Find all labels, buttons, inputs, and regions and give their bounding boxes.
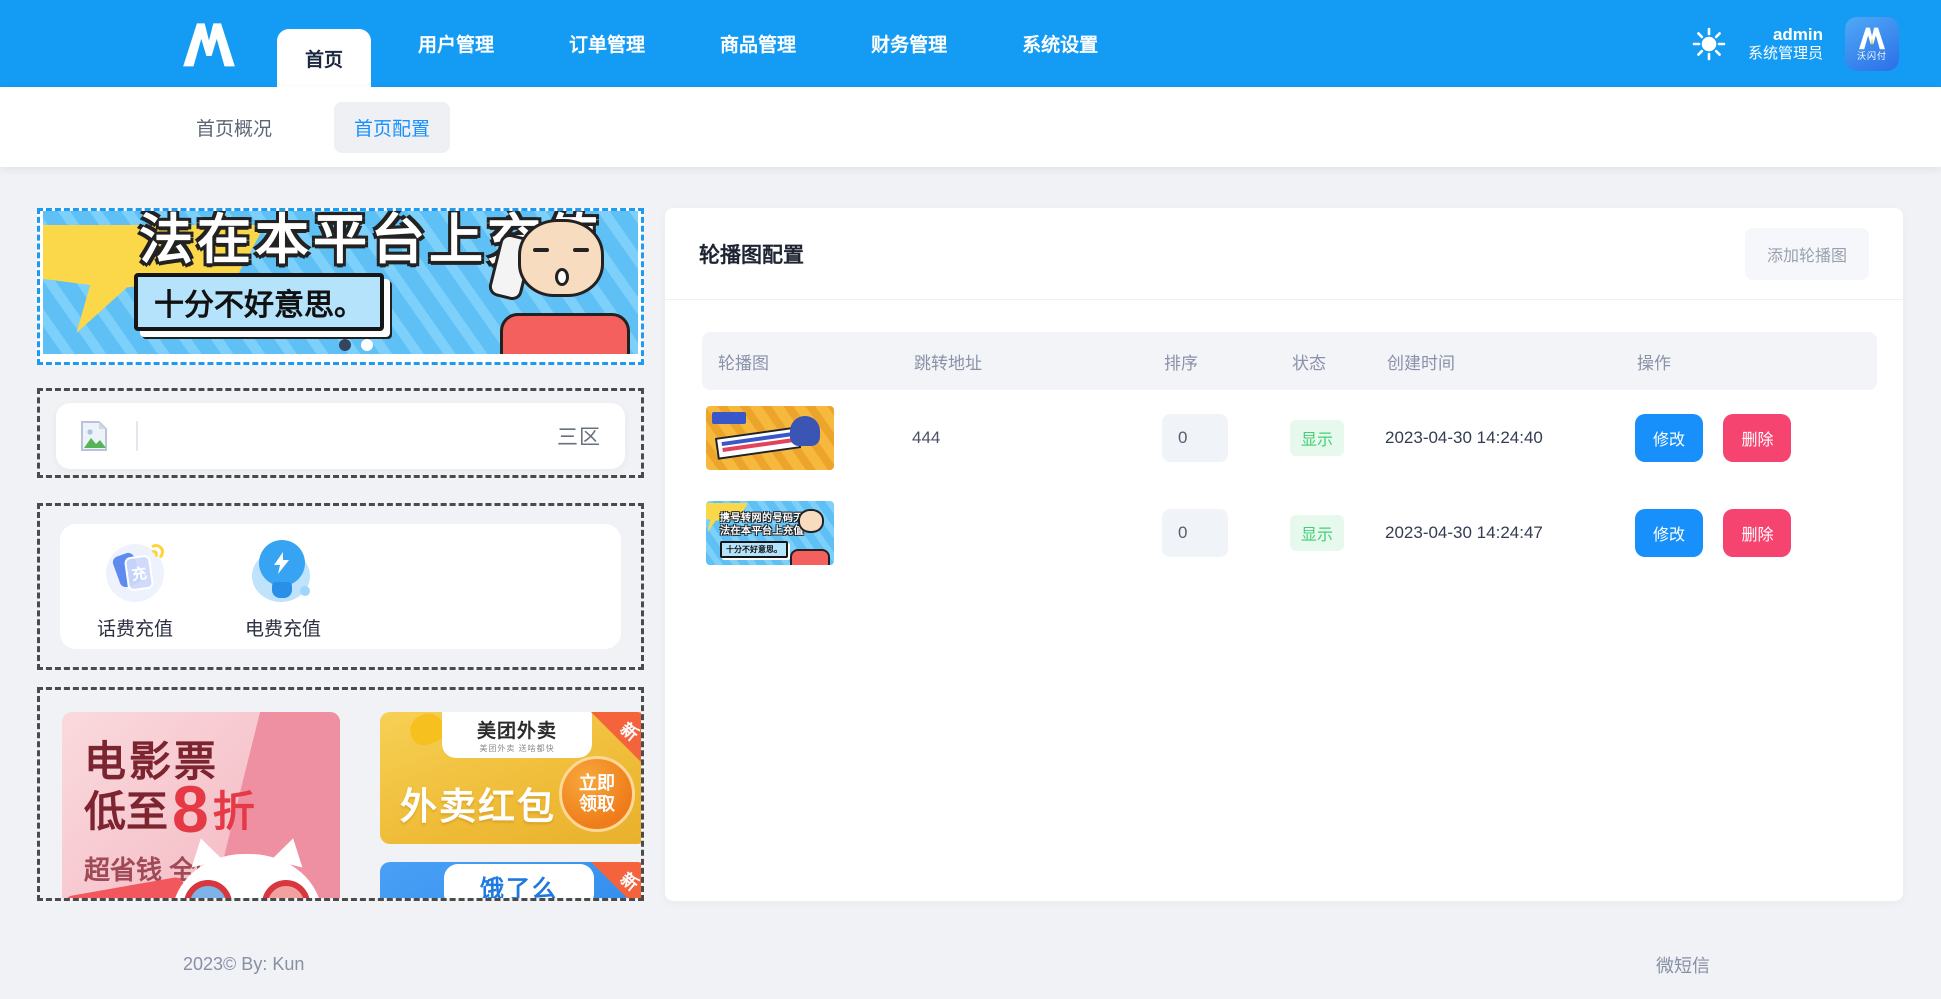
movie-prefix: 低至: [84, 778, 168, 839]
col-header-actions: 操作: [1635, 349, 1877, 374]
delete-button[interactable]: 删除: [1723, 509, 1791, 557]
eleme-logo: 饿了么: [444, 864, 594, 901]
tab-orders[interactable]: 订单管理: [541, 0, 673, 87]
status-badge: 显示: [1290, 515, 1344, 551]
cta-line1: 立即: [579, 773, 615, 794]
panel-title: 轮播图配置: [699, 239, 804, 269]
user-name: admin: [1748, 24, 1823, 45]
cat-graphic: [172, 854, 322, 901]
thumb-text-line: 法在本平台上充值: [720, 522, 804, 537]
table-row: 444 0 显示 2023-04-30 14:24:40 修改 删除: [702, 390, 1877, 485]
meituan-logo: 美团外卖 美团外卖 送啥都快: [442, 712, 592, 758]
carousel-table: 轮播图 跳转地址 排序 状态 创建时间 操作 444 0 显示: [702, 332, 1877, 580]
col-header-status: 状态: [1290, 349, 1385, 374]
brand-logo-icon: [178, 16, 240, 72]
avatar[interactable]: 沃闪付: [1845, 17, 1899, 71]
carousel-dots[interactable]: [339, 339, 373, 351]
carousel-dot[interactable]: [361, 339, 373, 351]
search-bar[interactable]: 三区: [56, 403, 625, 469]
footer-link[interactable]: 微短信: [1656, 952, 1710, 978]
movie-big-number: 8: [172, 780, 209, 839]
edit-button[interactable]: 修改: [1635, 414, 1703, 462]
preview-quick-actions-section[interactable]: 充 话费充值 电费充值: [37, 503, 644, 670]
row-link: 444: [912, 428, 1162, 448]
cta-line2: 领取: [579, 794, 615, 815]
carousel-thumbnail: [706, 406, 834, 470]
quick-action-electric-recharge[interactable]: 电费充值: [238, 540, 328, 649]
carousel-thumbnail: 携号转网的号码无 法在本平台上充值 十分不好意思。: [706, 501, 834, 565]
quick-action-label: 话费充值: [97, 614, 173, 641]
quick-action-label: 电费充值: [245, 614, 321, 641]
search-right-label: 三区: [557, 421, 601, 451]
search-divider: [136, 421, 138, 451]
meituan-title: 外卖红包: [400, 776, 556, 830]
electric-recharge-icon: [250, 540, 316, 606]
col-header-created: 创建时间: [1385, 349, 1635, 374]
movie-suffix: 折: [213, 778, 255, 839]
avatar-label: 沃闪付: [1857, 49, 1887, 62]
meituan-brand-sub: 美团外卖 送啥都快: [479, 743, 554, 754]
homepage-preview: 法在本平台上充值 十分不好意思。: [37, 208, 644, 901]
user-role: 系统管理员: [1748, 45, 1823, 64]
col-header-image: 轮播图: [702, 349, 912, 374]
promo-meituan[interactable]: 美团外卖 美团外卖 送啥都快 外卖红包 立即 领取 新: [380, 712, 644, 844]
tab-users[interactable]: 用户管理: [390, 0, 522, 87]
table-header-row: 轮播图 跳转地址 排序 状态 创建时间 操作: [702, 332, 1877, 390]
admin-app: 首页 用户管理 订单管理 商品管理 财务管理 系统设置 admin 系统管理员: [0, 0, 1941, 999]
footer: 2023© By: Kun 微短信: [0, 930, 1941, 999]
avatar-logo-icon: [1855, 25, 1889, 51]
col-header-link: 跳转地址: [912, 349, 1162, 374]
navbar-right: admin 系统管理员 沃闪付: [1692, 0, 1899, 87]
created-time: 2023-04-30 14:24:47: [1385, 523, 1635, 543]
banner-character: [462, 217, 632, 354]
banner-image: 法在本平台上充值 十分不好意思。: [43, 211, 638, 354]
user-info[interactable]: admin 系统管理员: [1748, 24, 1823, 64]
phone-recharge-icon: 充: [102, 540, 168, 606]
tab-settings[interactable]: 系统设置: [994, 0, 1126, 87]
carousel-config-panel: 轮播图配置 添加轮播图 轮播图 跳转地址 排序 状态 创建时间 操作: [665, 208, 1903, 901]
tab-finance[interactable]: 财务管理: [843, 0, 975, 87]
movie-discount-line: 低至 8 折: [84, 778, 255, 839]
created-time: 2023-04-30 14:24:40: [1385, 428, 1635, 448]
tab-products[interactable]: 商品管理: [692, 0, 824, 87]
sort-value[interactable]: 0: [1162, 414, 1228, 462]
status-badge: 显示: [1290, 420, 1344, 456]
sub-navbar: 首页概况 首页配置: [0, 87, 1941, 167]
sort-value[interactable]: 0: [1162, 509, 1228, 557]
eleme-brand: 饿了么: [480, 869, 558, 902]
edit-button[interactable]: 修改: [1635, 509, 1703, 557]
subnav-item-config[interactable]: 首页配置: [334, 102, 450, 153]
banner-caption-box: 十分不好意思。: [134, 273, 384, 331]
delete-button[interactable]: 删除: [1723, 414, 1791, 462]
promo-eleme[interactable]: 饿了么 新: [380, 862, 644, 901]
panel-header: 轮播图配置 添加轮播图: [665, 208, 1903, 300]
broken-image-icon: [80, 420, 108, 452]
thumb-caption: 十分不好意思。: [720, 541, 788, 558]
promo-movie-ticket[interactable]: 电影票 低至 8 折 超省钱 全国通用: [62, 712, 340, 901]
theme-toggle-sun-icon[interactable]: [1692, 27, 1726, 61]
preview-banner-section[interactable]: 法在本平台上充值 十分不好意思。: [37, 208, 644, 365]
preview-promo-section[interactable]: 电影票 低至 8 折 超省钱 全国通用: [37, 687, 644, 901]
quick-action-phone-recharge[interactable]: 充 话费充值: [90, 540, 180, 649]
main-nav: 首页 用户管理 订单管理 商品管理 财务管理 系统设置: [277, 0, 1145, 87]
top-navbar: 首页 用户管理 订单管理 商品管理 财务管理 系统设置 admin 系统管理员: [0, 0, 1941, 87]
quick-actions-card: 充 话费充值 电费充值: [60, 524, 621, 649]
carousel-dot-active[interactable]: [339, 339, 351, 351]
tab-home[interactable]: 首页: [277, 29, 371, 87]
add-carousel-button[interactable]: 添加轮播图: [1745, 228, 1869, 280]
footer-copyright: 2023© By: Kun: [183, 954, 304, 975]
promo-grid: 电影票 低至 8 折 超省钱 全国通用: [58, 710, 623, 901]
subnav-item-overview[interactable]: 首页概况: [196, 102, 272, 153]
preview-search-section[interactable]: 三区: [37, 388, 644, 478]
meituan-brand: 美团外卖: [477, 716, 557, 743]
col-header-sort: 排序: [1162, 349, 1290, 374]
table-row: 携号转网的号码无 法在本平台上充值 十分不好意思。 0 显示 2023-04-3…: [702, 485, 1877, 580]
